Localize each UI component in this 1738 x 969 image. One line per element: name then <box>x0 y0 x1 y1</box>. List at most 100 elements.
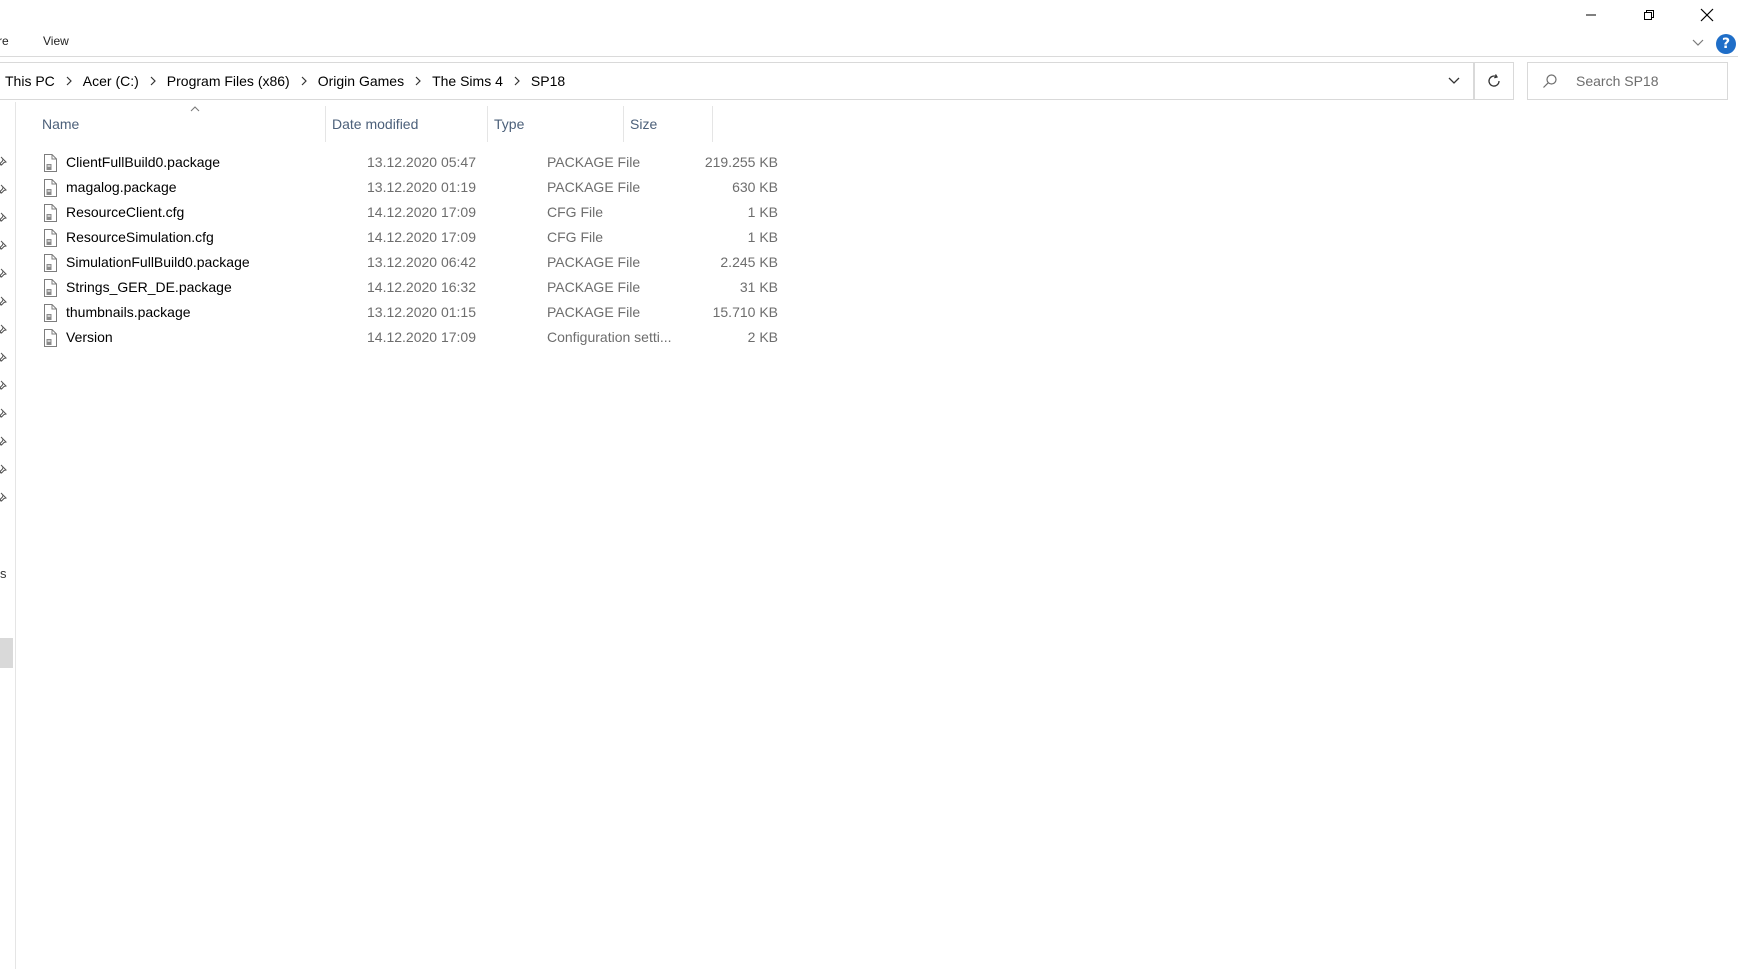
file-row[interactable]: ClientFullBuild0.package 13.12.2020 05:47… <box>36 149 788 176</box>
pin-icon[interactable] <box>0 351 9 363</box>
file-type: Configuration setti... <box>547 329 672 345</box>
chevron-right-icon <box>514 76 520 86</box>
breadcrumb-separator[interactable] <box>58 63 80 99</box>
restore-icon <box>1644 10 1654 20</box>
help-button[interactable]: ? <box>1716 34 1736 54</box>
column-header-size[interactable]: Size <box>624 106 713 142</box>
file-icon <box>44 204 57 222</box>
address-history-dropdown[interactable] <box>1434 62 1474 100</box>
pin-icon[interactable] <box>0 295 9 307</box>
search-input[interactable] <box>1576 63 1724 99</box>
file-icon <box>44 254 57 272</box>
column-header-date-modified[interactable]: Date modified <box>326 106 488 142</box>
file-size: 2 KB <box>747 329 778 345</box>
chevron-right-icon <box>301 76 307 86</box>
file-size: 1 KB <box>747 229 778 245</box>
pin-icon[interactable] <box>0 323 9 335</box>
pin-icon[interactable] <box>0 155 9 167</box>
chevron-right-icon <box>415 76 421 86</box>
breadcrumb-this-pc[interactable]: This PC <box>2 73 58 89</box>
expand-ribbon-button[interactable] <box>1690 36 1706 50</box>
file-row[interactable]: magalog.package 13.12.2020 01:19 PACKAGE F… <box>36 174 788 201</box>
ribbon-tab-share[interactable]: re <box>0 34 9 48</box>
file-date-modified: 13.12.2020 01:15 <box>367 304 476 320</box>
file-name: ResourceSimulation.cfg <box>66 229 214 245</box>
column-header-name[interactable]: Name <box>36 106 326 142</box>
pin-icon[interactable] <box>0 463 9 475</box>
restore-button[interactable] <box>1620 0 1678 30</box>
file-type: CFG File <box>547 204 603 220</box>
minimize-button[interactable] <box>1562 0 1620 30</box>
file-type: CFG File <box>547 229 603 245</box>
breadcrumb-separator[interactable] <box>142 63 164 99</box>
ribbon-tab-view[interactable]: View <box>43 34 69 48</box>
file-date-modified: 14.12.2020 17:09 <box>367 204 476 220</box>
minimize-icon <box>1586 14 1596 16</box>
nav-selected-item[interactable] <box>0 638 13 668</box>
file-icon <box>44 179 57 197</box>
file-name: Strings_GER_DE.package <box>66 279 232 295</box>
file-size: 630 KB <box>732 179 778 195</box>
file-name: thumbnails.package <box>66 304 191 320</box>
file-icon <box>44 329 57 347</box>
file-row[interactable]: ResourceClient.cfg 14.12.2020 17:09 CFG Fi… <box>36 199 788 226</box>
nav-item-fragment[interactable]: s <box>0 566 7 581</box>
column-header-type[interactable]: Type <box>488 106 624 142</box>
file-row[interactable]: Version 14.12.2020 17:09 Configuration set… <box>36 324 788 351</box>
breadcrumb-separator[interactable] <box>506 63 528 99</box>
file-row[interactable]: ResourceSimulation.cfg 14.12.2020 17:09 CF… <box>36 224 788 251</box>
breadcrumb-program-files[interactable]: Program Files (x86) <box>164 73 293 89</box>
file-row[interactable]: thumbnails.package 13.12.2020 01:15 PACKAG… <box>36 299 788 326</box>
file-size: 31 KB <box>739 279 778 295</box>
file-name: Version <box>66 329 113 345</box>
pin-icon[interactable] <box>0 435 9 447</box>
file-size: 2.245 KB <box>720 254 778 270</box>
file-date-modified: 13.12.2020 06:42 <box>367 254 476 270</box>
file-icon <box>44 279 57 297</box>
refresh-button[interactable] <box>1474 62 1514 100</box>
file-row[interactable]: SimulationFullBuild0.package 13.12.2020 0… <box>36 249 788 276</box>
column-header-label: Type <box>494 116 525 132</box>
chevron-right-icon <box>150 76 156 86</box>
close-button[interactable] <box>1678 0 1736 30</box>
file-icon <box>44 154 57 172</box>
file-name: magalog.package <box>66 179 177 195</box>
ribbon-divider <box>0 56 1738 57</box>
file-date-modified: 13.12.2020 01:19 <box>367 179 476 195</box>
address-bar[interactable]: This PC Acer (C:) Program Files (x86) Or… <box>0 62 1474 100</box>
pin-icon[interactable] <box>0 379 9 391</box>
pin-icon[interactable] <box>0 267 9 279</box>
breadcrumb-acer-c[interactable]: Acer (C:) <box>80 73 142 89</box>
breadcrumb-the-sims-4[interactable]: The Sims 4 <box>429 73 506 89</box>
file-date-modified: 14.12.2020 17:09 <box>367 329 476 345</box>
file-size: 1 KB <box>747 204 778 220</box>
breadcrumb-sp18[interactable]: SP18 <box>528 73 568 89</box>
column-header-label: Date modified <box>332 116 419 132</box>
search-box[interactable] <box>1527 62 1728 100</box>
file-type: PACKAGE File <box>547 154 641 170</box>
file-type: PACKAGE File <box>547 279 641 295</box>
breadcrumb-separator[interactable] <box>293 63 315 99</box>
breadcrumb-origin-games[interactable]: Origin Games <box>315 73 407 89</box>
chevron-down-icon <box>1692 39 1704 46</box>
pin-icon[interactable] <box>0 211 9 223</box>
sort-ascending-icon <box>190 106 200 112</box>
pin-icon[interactable] <box>0 239 9 251</box>
pin-icon[interactable] <box>0 491 9 503</box>
file-size: 219.255 KB <box>704 154 778 170</box>
file-row[interactable]: Strings_GER_DE.package 14.12.2020 16:32 PA… <box>36 274 788 301</box>
file-type: PACKAGE File <box>547 304 641 320</box>
pin-icon[interactable] <box>0 407 9 419</box>
file-date-modified: 14.12.2020 16:32 <box>367 279 476 295</box>
file-type: PACKAGE File <box>547 254 641 270</box>
pin-icon[interactable] <box>0 183 9 195</box>
column-header-label: Size <box>630 116 658 132</box>
navigation-pane[interactable] <box>0 102 16 969</box>
chevron-down-icon <box>1448 77 1460 84</box>
breadcrumb-separator[interactable] <box>407 63 429 99</box>
file-type: PACKAGE File <box>547 179 641 195</box>
file-date-modified: 13.12.2020 05:47 <box>367 154 476 170</box>
close-icon <box>1700 8 1714 22</box>
file-name: SimulationFullBuild0.package <box>66 254 250 270</box>
file-size: 15.710 KB <box>712 304 778 320</box>
